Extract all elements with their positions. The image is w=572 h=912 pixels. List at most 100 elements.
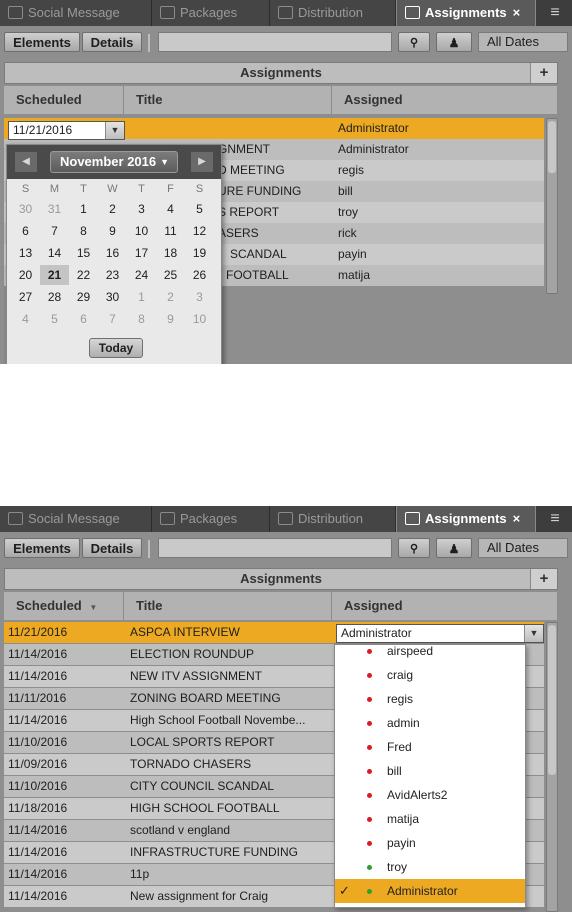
calendar-day[interactable]: 21 — [40, 265, 69, 285]
calendar-day[interactable]: 26 — [185, 265, 214, 285]
month-select[interactable]: November 2016 ▼ — [50, 151, 178, 173]
calendar-day[interactable]: 5 — [40, 309, 69, 329]
calendar-day[interactable]: 22 — [69, 265, 98, 285]
calendar-day[interactable]: 8 — [69, 221, 98, 241]
tab-assignments[interactable]: Assignments × — [396, 506, 536, 532]
elements-button[interactable]: Elements — [4, 538, 80, 558]
assigned-select[interactable]: Administrator ▼ — [336, 624, 544, 643]
calendar-day[interactable]: 27 — [11, 287, 40, 307]
chevron-down-icon[interactable]: ▼ — [105, 122, 124, 139]
details-button[interactable]: Details — [82, 538, 142, 558]
calendar-day[interactable]: 19 — [185, 243, 214, 263]
add-assignment-button[interactable]: + — [530, 569, 557, 589]
calendar-day[interactable]: 4 — [11, 309, 40, 329]
scrollbar-thumb[interactable] — [548, 625, 556, 775]
tab-distribution[interactable]: Distribution — [270, 506, 396, 532]
dropdown-option[interactable]: ✓ Administrator — [335, 879, 525, 903]
search-button[interactable]: ⚲ — [398, 32, 430, 52]
calendar-day[interactable]: 29 — [69, 287, 98, 307]
scheduled-date-input[interactable]: 11/21/2016 ▼ — [8, 121, 125, 140]
calendar-day[interactable]: 12 — [185, 221, 214, 241]
calendar-day[interactable]: 11 — [156, 221, 185, 241]
calendar-day[interactable]: 2 — [98, 199, 127, 219]
elements-button[interactable]: Elements — [4, 32, 80, 52]
date-filter-select[interactable]: All Dates — [478, 32, 568, 52]
dropdown-option[interactable]: regis — [335, 687, 525, 711]
calendar-day[interactable]: 4 — [156, 199, 185, 219]
tab-distribution[interactable]: Distribution — [270, 0, 396, 26]
tab-packages[interactable]: Packages — [152, 506, 270, 532]
dropdown-option[interactable]: bill — [335, 759, 525, 783]
calendar-day[interactable]: 25 — [156, 265, 185, 285]
tab-social-message[interactable]: Social Message — [0, 506, 152, 532]
calendar-day[interactable]: 16 — [98, 243, 127, 263]
person-filter-button[interactable]: ♟ — [436, 32, 472, 52]
calendar-day[interactable]: 28 — [40, 287, 69, 307]
calendar-day[interactable]: 30 — [11, 199, 40, 219]
calendar-day[interactable]: 3 — [127, 199, 156, 219]
calendar-day[interactable]: 7 — [40, 221, 69, 241]
search-button[interactable]: ⚲ — [398, 538, 430, 558]
column-header-scheduled[interactable]: Scheduled ▼ — [4, 592, 124, 620]
today-button[interactable]: Today — [89, 338, 143, 358]
calendar-day[interactable]: 3 — [185, 287, 214, 307]
dropdown-option[interactable]: admin — [335, 711, 525, 735]
calendar-day[interactable]: 9 — [98, 221, 127, 241]
dropdown-option[interactable]: Fred — [335, 735, 525, 759]
calendar-day[interactable]: 9 — [156, 309, 185, 329]
panel-menu-icon[interactable]: ≡ — [538, 506, 572, 532]
calendar-day[interactable]: 6 — [69, 309, 98, 329]
person-filter-button[interactable]: ♟ — [436, 538, 472, 558]
calendar-day[interactable]: 1 — [127, 287, 156, 307]
calendar-day[interactable]: 6 — [11, 221, 40, 241]
column-header-scheduled[interactable]: Scheduled — [4, 86, 124, 114]
search-input[interactable] — [158, 538, 392, 558]
calendar-day[interactable]: 10 — [185, 309, 214, 329]
column-header-title[interactable]: Title — [124, 592, 332, 620]
dropdown-option[interactable]: craig — [335, 663, 525, 687]
table-scrollbar[interactable] — [546, 622, 558, 912]
next-month-icon[interactable]: ▶ — [191, 152, 213, 172]
previous-month-icon[interactable]: ◀ — [15, 152, 37, 172]
dropdown-scrollbar[interactable] — [525, 649, 526, 901]
calendar-day[interactable]: 5 — [185, 199, 214, 219]
dropdown-option[interactable]: airspeed — [335, 645, 525, 663]
dropdown-option[interactable]: payin — [335, 831, 525, 855]
dropdown-option[interactable]: troy — [335, 855, 525, 879]
search-input[interactable] — [158, 32, 392, 52]
calendar-day[interactable]: 8 — [127, 309, 156, 329]
calendar-day[interactable]: 15 — [69, 243, 98, 263]
calendar-day[interactable]: 1 — [69, 199, 98, 219]
panel-menu-icon[interactable]: ≡ — [538, 0, 572, 26]
calendar-day[interactable]: 24 — [127, 265, 156, 285]
calendar-day[interactable]: 18 — [156, 243, 185, 263]
calendar-day[interactable]: 2 — [156, 287, 185, 307]
dropdown-option[interactable]: matija — [335, 807, 525, 831]
dropdown-option[interactable]: AvidAlerts2 — [335, 783, 525, 807]
calendar-day[interactable]: 20 — [11, 265, 40, 285]
table-scrollbar[interactable] — [546, 118, 558, 294]
column-header-assigned[interactable]: Assigned — [332, 86, 558, 114]
calendar-day[interactable]: 7 — [98, 309, 127, 329]
date-filter-select[interactable]: All Dates — [478, 538, 568, 558]
calendar-day[interactable]: 13 — [11, 243, 40, 263]
tab-packages[interactable]: Packages — [152, 0, 270, 26]
tab-social-message[interactable]: Social Message — [0, 0, 152, 26]
calendar-day[interactable]: 10 — [127, 221, 156, 241]
scrollbar-thumb[interactable] — [548, 121, 556, 173]
close-icon[interactable]: × — [513, 5, 521, 20]
calendar-day[interactable]: 14 — [40, 243, 69, 263]
calendar-day[interactable]: 31 — [40, 199, 69, 219]
calendar-day[interactable]: 30 — [98, 287, 127, 307]
add-assignment-button[interactable]: + — [530, 63, 557, 83]
chevron-down-icon[interactable]: ▼ — [524, 625, 543, 642]
column-header-title[interactable]: Title — [124, 86, 332, 114]
tab-assignments[interactable]: Assignments × — [396, 0, 536, 26]
tab-label: Packages — [180, 511, 238, 526]
calendar-day[interactable]: 23 — [98, 265, 127, 285]
close-icon[interactable]: × — [513, 511, 521, 526]
title-cell: GNMENT — [218, 142, 270, 156]
calendar-day[interactable]: 17 — [127, 243, 156, 263]
column-header-assigned[interactable]: Assigned — [332, 592, 558, 620]
details-button[interactable]: Details — [82, 32, 142, 52]
